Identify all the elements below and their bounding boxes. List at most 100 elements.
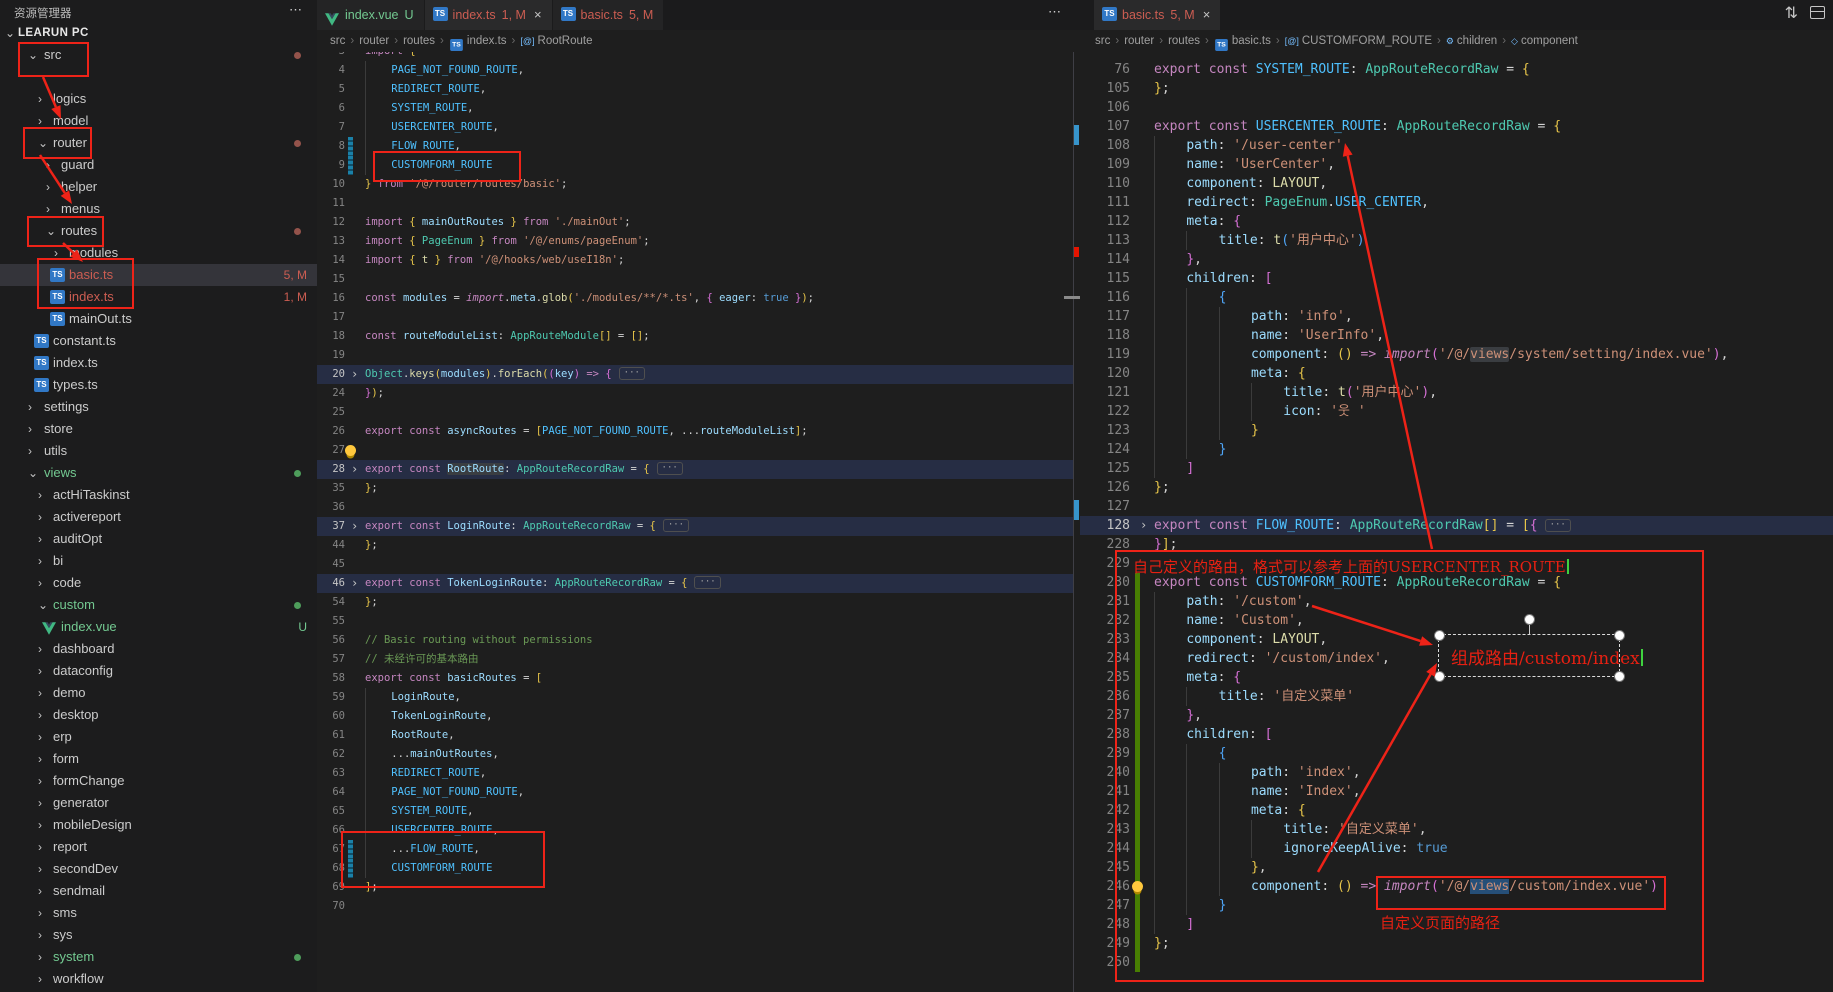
fold-chevron-icon[interactable]: ›	[351, 574, 358, 593]
close-icon[interactable]: ×	[1203, 7, 1211, 22]
breadcrumb-item[interactable]: component	[1521, 35, 1578, 47]
tree-item-routes[interactable]: ⌄routes	[0, 220, 317, 242]
right-editor[interactable]: 76export const SYSTEM_ROUTE: AppRouteRec…	[1080, 52, 1833, 992]
tree-item-generator[interactable]: ›generator	[0, 792, 317, 814]
code-line-246[interactable]: 246 component: () => import('/@/views/cu…	[1080, 877, 1833, 896]
tree-item-dashboard[interactable]: ›dashboard	[0, 638, 317, 660]
code-line-109[interactable]: 109 name: 'UserCenter',	[1080, 155, 1833, 174]
code-line-63[interactable]: 63 REDIRECT_ROUTE,	[317, 764, 1073, 783]
code-line-105[interactable]: 105};	[1080, 79, 1833, 98]
code-line-44[interactable]: 44};	[317, 536, 1073, 555]
code-line-108[interactable]: 108 path: '/user-center',	[1080, 136, 1833, 155]
code-line-110[interactable]: 110 component: LAYOUT,	[1080, 174, 1833, 193]
code-line-11[interactable]: 11	[317, 194, 1073, 213]
tree-item-basic.ts[interactable]: TSbasic.ts5, M	[0, 264, 317, 286]
code-line-239[interactable]: 239 {	[1080, 744, 1833, 763]
code-line-245[interactable]: 245 },	[1080, 858, 1833, 877]
code-line-247[interactable]: 247 }	[1080, 896, 1833, 915]
code-line-10[interactable]: 10} from '/@/router/routes/basic';	[317, 175, 1073, 194]
code-line-124[interactable]: 124 }	[1080, 440, 1833, 459]
code-line-122[interactable]: 122 icon: '웃 '	[1080, 402, 1833, 421]
tree-item-auditOpt[interactable]: ›auditOpt	[0, 528, 317, 550]
code-line-18[interactable]: 18const routeModuleList: AppRouteModule[…	[317, 327, 1073, 346]
code-line-233[interactable]: 233 component: LAYOUT,	[1080, 630, 1833, 649]
tree-item-modules[interactable]: ›modules	[0, 242, 317, 264]
middle-tab-overflow-icon[interactable]: ⋯	[1048, 4, 1062, 20]
tree-item-demo[interactable]: ›demo	[0, 682, 317, 704]
tree-item-sendmail[interactable]: ›sendmail	[0, 880, 317, 902]
code-line-54[interactable]: 54};	[317, 593, 1073, 612]
code-line-65[interactable]: 65 SYSTEM_ROUTE,	[317, 802, 1073, 821]
code-line-55[interactable]: 55	[317, 612, 1073, 631]
code-line-56[interactable]: 56// Basic routing without permissions	[317, 631, 1073, 650]
tree-item-mobileDesign[interactable]: ›mobileDesign	[0, 814, 317, 836]
code-line-61[interactable]: 61 RootRoute,	[317, 726, 1073, 745]
code-line-241[interactable]: 241 name: 'Index',	[1080, 782, 1833, 801]
tree-item-settings[interactable]: ›settings	[0, 396, 317, 418]
tree-item-router[interactable]: ⌄router	[0, 132, 317, 154]
code-line-242[interactable]: 242 meta: {	[1080, 801, 1833, 820]
tree-item-custom[interactable]: ⌄custom	[0, 594, 317, 616]
code-line-238[interactable]: 238 children: [	[1080, 725, 1833, 744]
code-line-6[interactable]: 6 SYSTEM_ROUTE,	[317, 99, 1073, 118]
code-line-231[interactable]: 231 path: '/custom',	[1080, 592, 1833, 611]
tree-item-utils[interactable]: ›utils	[0, 440, 317, 462]
tree-item-guard[interactable]: ›guard	[0, 154, 317, 176]
breadcrumb-item[interactable]: RootRoute	[538, 35, 593, 47]
code-line-69[interactable]: 69];	[317, 878, 1073, 897]
code-line-59[interactable]: 59 LoginRoute,	[317, 688, 1073, 707]
code-line-237[interactable]: 237 },	[1080, 706, 1833, 725]
tree-item-formChange[interactable]: ›formChange	[0, 770, 317, 792]
folded-code-badge[interactable]: ···	[1545, 519, 1571, 532]
close-icon[interactable]: ×	[534, 7, 542, 22]
code-line-25[interactable]: 25	[317, 403, 1073, 422]
compare-changes-icon[interactable]: ⇅	[1785, 3, 1798, 23]
tree-item-helper[interactable]: ›helper	[0, 176, 317, 198]
tree-item-bi[interactable]: ›bi	[0, 550, 317, 572]
tree-item-secondDev[interactable]: ›secondDev	[0, 858, 317, 880]
breadcrumb-item[interactable]: router	[1124, 35, 1154, 47]
code-line-120[interactable]: 120 meta: {	[1080, 364, 1833, 383]
code-line-64[interactable]: 64 PAGE_NOT_FOUND_ROUTE,	[317, 783, 1073, 802]
tree-item-report[interactable]: ›report	[0, 836, 317, 858]
code-line-68[interactable]: 68 CUSTOMFORM_ROUTE	[317, 859, 1073, 878]
code-line-243[interactable]: 243 title: '自定义菜单',	[1080, 820, 1833, 839]
code-line-5[interactable]: 5 REDIRECT_ROUTE,	[317, 80, 1073, 99]
breadcrumb-item[interactable]: CUSTOMFORM_ROUTE	[1302, 35, 1432, 47]
code-line-230[interactable]: 230export const CUSTOMFORM_ROUTE: AppRou…	[1080, 573, 1833, 592]
tree-item-hidden[interactable]	[0, 66, 317, 88]
tree-item-src[interactable]: ⌄src	[0, 44, 317, 66]
code-line-112[interactable]: 112 meta: {	[1080, 212, 1833, 231]
code-line-228[interactable]: 228}];	[1080, 535, 1833, 554]
code-line-19[interactable]: 19	[317, 346, 1073, 365]
code-line-20[interactable]: 20›Object.keys(modules).forEach((key) =>…	[317, 365, 1073, 384]
code-line-244[interactable]: 244 ignoreKeepAlive: true	[1080, 839, 1833, 858]
tree-item-erp[interactable]: ›erp	[0, 726, 317, 748]
code-line-45[interactable]: 45	[317, 555, 1073, 574]
breadcrumb-item[interactable]: router	[359, 35, 389, 47]
folded-code-badge[interactable]: ···	[694, 576, 720, 589]
code-line-9[interactable]: 9 CUSTOMFORM_ROUTE	[317, 156, 1073, 175]
code-line-14[interactable]: 14import { t } from '/@/hooks/web/useI18…	[317, 251, 1073, 270]
tree-item-dataconfig[interactable]: ›dataconfig	[0, 660, 317, 682]
code-line-229[interactable]: 229	[1080, 554, 1833, 573]
fold-chevron-icon[interactable]: ›	[1140, 516, 1147, 535]
breadcrumb-item[interactable]: index.ts	[467, 35, 507, 47]
code-line-57[interactable]: 57// 未经许可的基本路由	[317, 650, 1073, 669]
code-line-28[interactable]: 28›export const RootRoute: AppRouteRecor…	[317, 460, 1073, 479]
code-line-123[interactable]: 123 }	[1080, 421, 1833, 440]
code-line-24[interactable]: 24});	[317, 384, 1073, 403]
code-line-236[interactable]: 236 title: '自定义菜单'	[1080, 687, 1833, 706]
code-line-4[interactable]: 4 PAGE_NOT_FOUND_ROUTE,	[317, 61, 1073, 80]
code-line-36[interactable]: 36	[317, 498, 1073, 517]
tree-item-index.vue[interactable]: index.vueU	[0, 616, 317, 638]
code-line-26[interactable]: 26export const asyncRoutes = [PAGE_NOT_F…	[317, 422, 1073, 441]
code-line-126[interactable]: 126};	[1080, 478, 1833, 497]
code-line-106[interactable]: 106	[1080, 98, 1833, 117]
tree-item-code[interactable]: ›code	[0, 572, 317, 594]
folded-code-badge[interactable]: ···	[657, 462, 683, 475]
tree-item-model[interactable]: ›model	[0, 110, 317, 132]
breadcrumb-item[interactable]: src	[330, 35, 345, 47]
code-line-117[interactable]: 117 path: 'info',	[1080, 307, 1833, 326]
tree-item-views[interactable]: ⌄views	[0, 462, 317, 484]
